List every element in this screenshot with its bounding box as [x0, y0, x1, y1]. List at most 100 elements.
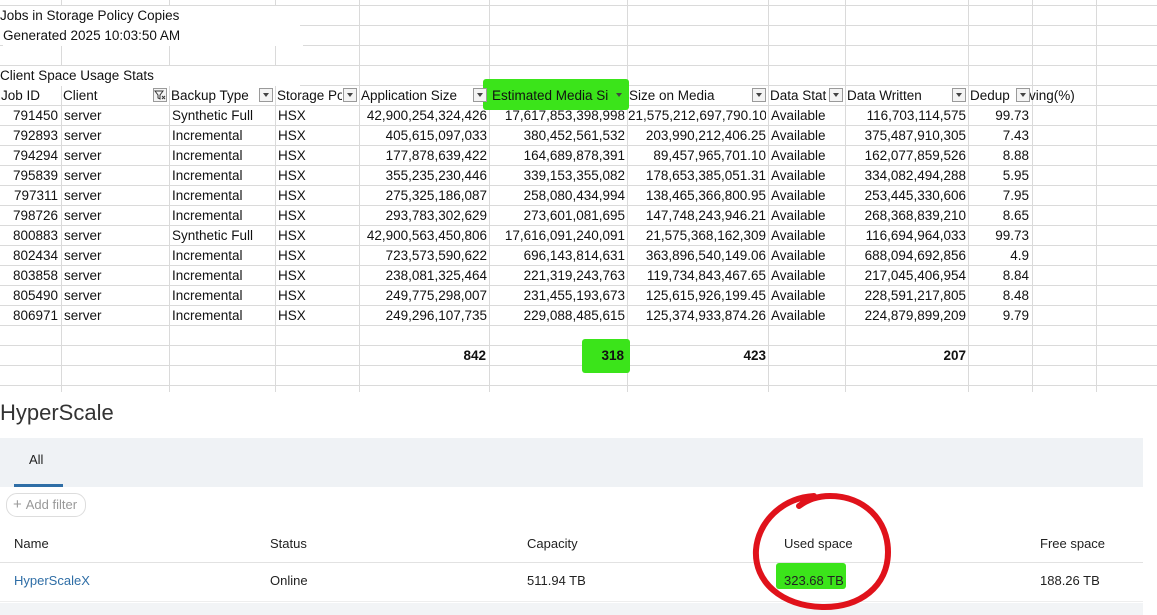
header-size-on-media[interactable]: Size on Media	[629, 86, 749, 106]
filter-active-icon[interactable]	[153, 88, 167, 102]
column-free-space[interactable]: Free space	[1040, 536, 1105, 551]
grid-line	[61, 0, 62, 392]
add-filter-label: Add filter	[25, 497, 78, 512]
storage-capacity: 511.94 TB	[527, 573, 586, 588]
application-size-cell: 42,900,254,324,426	[366, 108, 487, 123]
storage-policy-cell: HSX	[278, 128, 306, 143]
header-job-id[interactable]: Job ID	[1, 86, 61, 106]
grid-line	[1096, 0, 1097, 392]
dedup-saving-cell: 4.9	[1010, 248, 1029, 263]
job-id-cell: 800883	[12, 228, 58, 243]
data-written-cell: 217,045,406,954	[864, 268, 966, 283]
add-filter-button[interactable]: + Add filter	[6, 493, 87, 517]
data-written-cell: 688,094,692,856	[864, 248, 966, 263]
page-title: HyperScale	[0, 400, 114, 425]
backup-type-cell: Incremental	[172, 248, 243, 263]
client-cell: server	[64, 128, 102, 143]
column-name[interactable]: Name	[14, 536, 49, 551]
dedup-saving-cell: 8.88	[1002, 148, 1029, 163]
size-on-media-cell: 138,465,366,800.95	[645, 188, 766, 203]
estimated-media-size-cell: 17,616,091,240,091	[504, 228, 625, 243]
grid-line	[0, 385, 1157, 386]
dedup-saving-cell: 8.65	[1002, 208, 1029, 223]
header-data-written[interactable]: Data Written	[847, 86, 951, 106]
data-status-cell: Available	[771, 188, 826, 203]
column-capacity[interactable]: Capacity	[527, 536, 578, 551]
header-data-status[interactable]: Data Stat	[770, 86, 828, 106]
size-on-media-cell: 178,653,385,051.31	[645, 168, 766, 183]
storage-free-space: 188.26 TB	[1040, 573, 1100, 588]
data-written-cell: 334,082,494,288	[864, 168, 966, 183]
estimated-media-size-cell: 380,452,561,532	[523, 128, 625, 143]
backup-type-cell: Incremental	[172, 208, 243, 223]
estimated-media-size-cell: 231,455,193,673	[523, 288, 625, 303]
data-written-cell: 116,694,964,033	[865, 228, 966, 243]
data-status-cell: Available	[771, 168, 826, 183]
header-backup-type[interactable]: Backup Type	[171, 86, 257, 106]
application-size-cell: 42,900,563,450,806	[366, 228, 487, 243]
backup-type-cell: Incremental	[172, 128, 243, 143]
table-header: Name Status Capacity Used space Free spa…	[0, 526, 1143, 563]
table-row: HyperScaleX Online 511.94 TB 323.68 TB 1…	[0, 563, 1143, 602]
table-footer	[0, 603, 1143, 615]
filter-dropdown-icon[interactable]	[473, 88, 487, 102]
estimated-media-size-cell: 258,080,434,994	[523, 188, 625, 203]
client-cell: server	[64, 168, 102, 183]
data-status-cell: Available	[771, 248, 826, 263]
client-cell: server	[64, 308, 102, 323]
application-size-cell: 275,325,186,087	[385, 188, 487, 203]
filter-dropdown-icon[interactable]	[259, 88, 273, 102]
data-status-cell: Available	[771, 288, 826, 303]
estimated-media-size-cell: 164,689,878,391	[523, 148, 625, 163]
job-id-cell: 795839	[12, 168, 58, 183]
filter-dropdown-icon[interactable]	[612, 88, 626, 102]
filter-dropdown-icon[interactable]	[829, 88, 843, 102]
dedup-saving-cell: 8.48	[1002, 288, 1029, 303]
job-id-cell: 806971	[12, 308, 58, 323]
size-on-media-cell: 89,457,965,701.10	[653, 148, 766, 163]
storage-status: Online	[270, 573, 308, 588]
job-id-cell: 803858	[12, 268, 58, 283]
tab-all[interactable]: All	[29, 452, 43, 467]
storage-policy-cell: HSX	[278, 108, 306, 123]
filter-dropdown-icon[interactable]	[952, 88, 966, 102]
header-client[interactable]: Client	[63, 86, 151, 106]
storage-policy-cell: HSX	[278, 228, 306, 243]
size-on-media-cell: 125,615,926,199.45	[645, 288, 766, 303]
tab-active-indicator	[14, 484, 63, 487]
data-status-cell: Available	[771, 228, 826, 243]
report-title: Jobs in Storage Policy Copies	[0, 6, 300, 26]
filter-dropdown-icon[interactable]	[1016, 88, 1030, 102]
backup-type-cell: Incremental	[172, 308, 243, 323]
filter-dropdown-icon[interactable]	[343, 88, 357, 102]
size-on-media-cell: 21,575,212,697,790.10	[628, 108, 766, 123]
backup-type-cell: Incremental	[172, 268, 243, 283]
data-written-cell: 116,703,114,575	[866, 108, 966, 123]
size-on-media-cell: 125,374,933,874.26	[645, 308, 766, 323]
data-status-cell: Available	[771, 128, 826, 143]
column-status[interactable]: Status	[270, 536, 307, 551]
dedup-saving-cell: 5.95	[1002, 168, 1029, 183]
size-on-media-cell: 21,575,368,162,309	[645, 228, 766, 243]
storage-policy-cell: HSX	[278, 208, 306, 223]
backup-type-cell: Synthetic Full	[172, 108, 254, 123]
filter-dropdown-icon[interactable]	[752, 88, 766, 102]
application-size-cell: 249,775,298,007	[385, 288, 487, 303]
header-application-size[interactable]: Application Size	[361, 86, 471, 106]
hyperscale-panel: HyperScale All + Add filter Name Status C…	[0, 392, 1157, 615]
storage-name-link[interactable]: HyperScaleX	[14, 573, 90, 588]
application-size-cell: 249,296,107,735	[385, 308, 487, 323]
header-saving[interactable]: ving(%)	[1029, 86, 1095, 106]
backup-type-cell: Incremental	[172, 168, 243, 183]
data-status-cell: Available	[771, 308, 826, 323]
data-status-cell: Available	[771, 148, 826, 163]
total-estimated-media: 318	[601, 348, 624, 363]
header-estimated-media-size[interactable]: Estimated Media Si	[492, 86, 610, 106]
header-storage-policy[interactable]: Storage Po	[277, 86, 342, 106]
total-size-on-media: 423	[743, 348, 766, 363]
job-id-cell: 802434	[12, 248, 58, 263]
grid-line	[768, 0, 769, 392]
job-id-cell: 792893	[12, 128, 58, 143]
header-dedup[interactable]: Dedup	[970, 86, 1014, 106]
client-cell: server	[64, 228, 102, 243]
